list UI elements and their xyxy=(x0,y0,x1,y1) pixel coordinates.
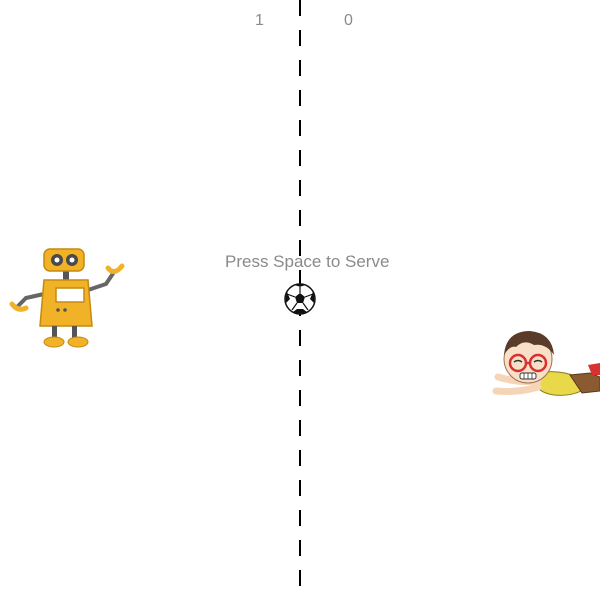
kid-icon xyxy=(492,331,600,396)
serve-prompt: Press Space to Serve xyxy=(225,252,390,271)
left-score: 1 xyxy=(255,12,264,29)
soccer-ball-icon xyxy=(284,283,316,315)
robot-icon xyxy=(9,248,125,348)
right-score: 0 xyxy=(344,12,353,29)
game-canvas[interactable]: 1 0 Press Space to Serve xyxy=(0,0,600,589)
